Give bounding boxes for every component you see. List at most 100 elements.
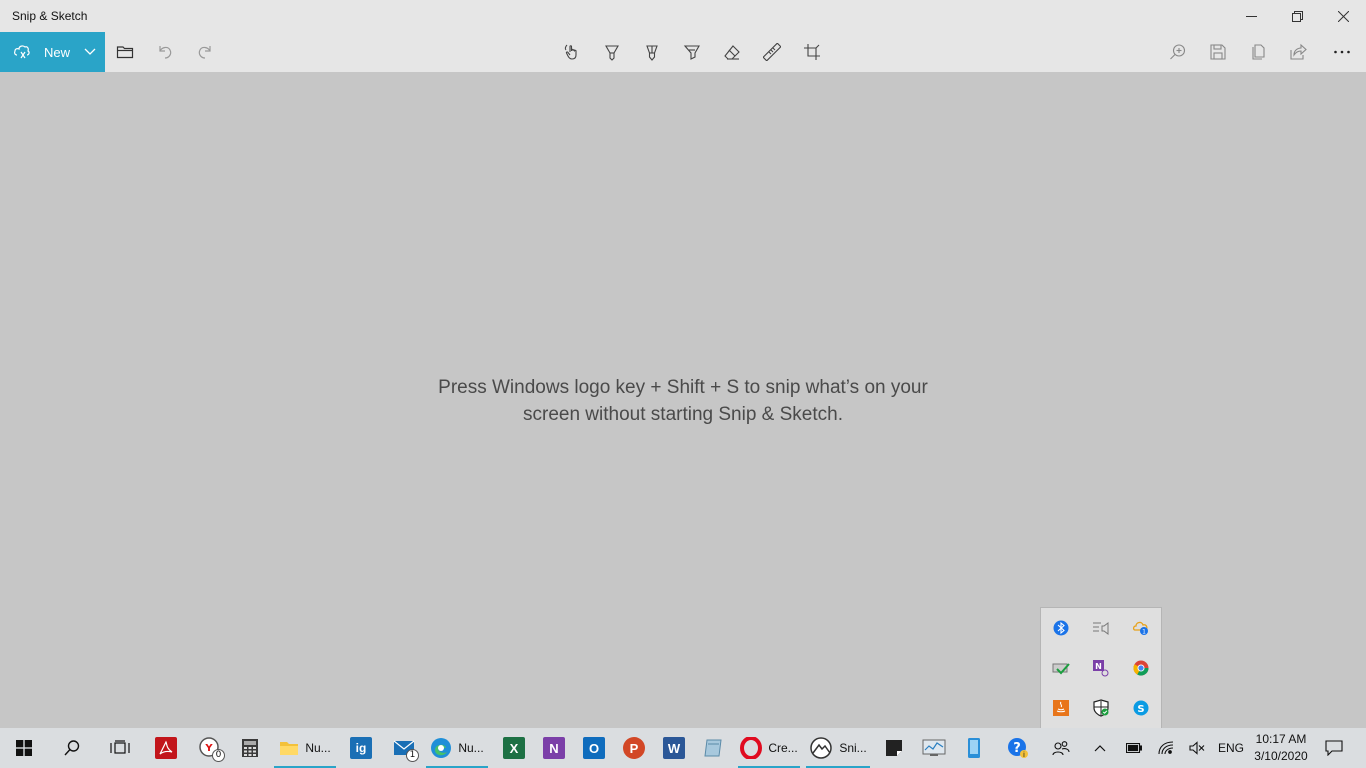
taskbar: Y 0 Nu... ig 1 Nu... X N O P W Cre... Sn… <box>0 728 1366 768</box>
skype-icon: S <box>1133 700 1149 716</box>
ruler-button[interactable] <box>752 32 792 72</box>
touch-writing-button[interactable] <box>552 32 592 72</box>
sticky-notes-icon <box>886 740 902 756</box>
battery-icon <box>1126 743 1142 753</box>
task-view-button[interactable] <box>96 728 144 768</box>
taskbar-powerpoint[interactable]: P <box>614 728 654 768</box>
taskbar-outlook[interactable]: O <box>574 728 614 768</box>
open-file-button[interactable] <box>105 32 145 72</box>
ballpoint-pen-button[interactable] <box>592 32 632 72</box>
action-center-button[interactable] <box>1316 728 1352 768</box>
show-hidden-icons-button[interactable] <box>1082 728 1118 768</box>
search-icon <box>64 740 80 756</box>
taskbar-onenote[interactable]: N <box>534 728 574 768</box>
more-button[interactable] <box>1322 32 1362 72</box>
mail-badge: 1 <box>406 749 419 762</box>
minimize-icon <box>1245 15 1257 17</box>
taskbar-resource-monitor[interactable] <box>914 728 954 768</box>
network-indicator[interactable] <box>1150 728 1182 768</box>
crop-button[interactable] <box>792 32 832 72</box>
taskbar-word[interactable]: W <box>654 728 694 768</box>
zoom-button[interactable] <box>1158 32 1198 72</box>
help-button[interactable]: ? i <box>998 728 1038 768</box>
pencil-button[interactable] <box>632 32 672 72</box>
svg-text:i: i <box>1023 751 1025 759</box>
clock-badge: 0 <box>212 749 225 762</box>
taskbar-notes-app[interactable] <box>694 728 734 768</box>
close-button[interactable] <box>1320 0 1366 32</box>
eraser-icon <box>724 45 740 60</box>
svg-text:?: ? <box>1013 741 1021 756</box>
window-title: Snip & Sketch <box>12 9 88 23</box>
taskbar-edge[interactable]: Nu... <box>426 728 488 768</box>
share-button[interactable] <box>1278 32 1318 72</box>
taskbar-ig[interactable]: ig <box>340 728 382 768</box>
undo-icon <box>159 46 172 59</box>
save-button[interactable] <box>1198 32 1238 72</box>
volume-indicator[interactable] <box>1182 728 1212 768</box>
start-button[interactable] <box>0 728 48 768</box>
redo-button[interactable] <box>185 32 225 72</box>
taskbar-opera[interactable]: Cre... <box>738 728 800 768</box>
minimize-button[interactable] <box>1228 0 1274 32</box>
svg-text:N: N <box>1095 662 1102 671</box>
onenote-clipper-icon: N <box>1093 660 1109 677</box>
taskbar-mail[interactable]: 1 <box>384 728 424 768</box>
tray-bluetooth[interactable] <box>1041 608 1081 648</box>
task-view-icon <box>110 740 130 754</box>
tray-windows-security[interactable] <box>1081 688 1121 728</box>
tray-onedrive[interactable]: 1 <box>1121 608 1161 648</box>
taskbar-snip-sketch[interactable]: Sni... <box>806 728 870 768</box>
new-dropdown-button[interactable] <box>75 32 105 72</box>
edge-label: Nu... <box>458 741 484 755</box>
taskbar-phone-app[interactable] <box>954 728 994 768</box>
tray-update-check[interactable] <box>1041 648 1081 688</box>
restore-button[interactable] <box>1274 0 1320 32</box>
tray-onenote-clipper[interactable]: N <box>1081 648 1121 688</box>
copy-button[interactable] <box>1238 32 1278 72</box>
undo-button[interactable] <box>145 32 185 72</box>
java-icon <box>1053 700 1069 716</box>
highlighter-icon <box>683 45 700 60</box>
powerpoint-icon: P <box>623 737 645 759</box>
search-button[interactable] <box>48 728 96 768</box>
tray-java[interactable] <box>1041 688 1081 728</box>
taskbar-acrobat[interactable] <box>144 728 188 768</box>
touch-writing-icon <box>564 44 577 60</box>
onenote-icon: N <box>543 737 565 759</box>
tray-audio[interactable] <box>1081 608 1121 648</box>
chrome-icon <box>1133 660 1149 676</box>
share-icon <box>1290 43 1307 60</box>
new-snip-button[interactable]: New <box>0 32 105 72</box>
notes-app-icon <box>704 739 722 757</box>
battery-indicator[interactable] <box>1118 728 1150 768</box>
save-icon <box>1210 44 1226 60</box>
close-icon <box>1337 10 1349 22</box>
tray-chrome[interactable] <box>1121 648 1161 688</box>
file-explorer-label: Nu... <box>305 741 331 755</box>
tray-skype[interactable]: S <box>1121 688 1161 728</box>
volume-muted-icon <box>1189 741 1205 755</box>
eraser-button[interactable] <box>712 32 752 72</box>
excel-icon: X <box>503 737 525 759</box>
taskbar-clock[interactable]: 10:17 AM 3/10/2020 <box>1252 731 1310 765</box>
file-explorer-icon <box>280 742 299 755</box>
svg-text:S: S <box>1137 704 1144 715</box>
ig-app-icon: ig <box>350 737 372 759</box>
update-check-icon <box>1052 663 1070 675</box>
windows-security-icon <box>1093 699 1109 717</box>
edge-icon <box>431 738 452 758</box>
highlighter-button[interactable] <box>672 32 712 72</box>
tray-overflow-flyout: 1 N S <box>1040 607 1162 728</box>
taskbar-calculator[interactable] <box>232 728 268 768</box>
taskbar-file-explorer[interactable]: Nu... <box>274 728 336 768</box>
taskbar-sticky-notes[interactable] <box>874 728 914 768</box>
taskbar-yandex[interactable]: Y 0 <box>188 728 232 768</box>
open-file-icon <box>116 46 134 59</box>
copy-icon <box>1252 44 1265 60</box>
input-language[interactable]: ENG <box>1214 728 1248 768</box>
people-button[interactable] <box>1042 728 1080 768</box>
title-bar: Snip & Sketch <box>0 0 1366 32</box>
toolbar: New <box>0 32 1366 72</box>
taskbar-excel[interactable]: X <box>494 728 534 768</box>
